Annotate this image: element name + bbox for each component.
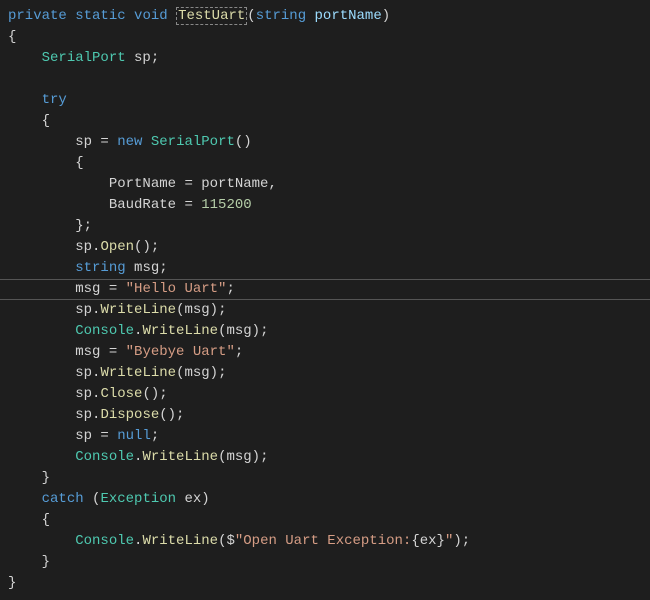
code-line: PortName = portName, — [8, 174, 650, 195]
type-console: Console — [75, 533, 134, 549]
method-writeline: WriteLine — [142, 533, 218, 549]
method-writeline: WriteLine — [142, 449, 218, 465]
number-literal: 115200 — [201, 197, 251, 213]
blank-line — [8, 69, 650, 90]
keyword-private: private — [8, 8, 67, 24]
type-serialport: SerialPort — [151, 134, 235, 150]
code-line: } — [8, 552, 650, 573]
prop-baudrate: BaudRate = — [109, 197, 201, 213]
code-line: { — [8, 111, 650, 132]
keyword-try: try — [42, 92, 67, 108]
code-line: sp.WriteLine(msg); — [8, 363, 650, 384]
code-line: msg = "Hello Uart"; — [8, 279, 650, 300]
code-line: { — [8, 27, 650, 48]
keyword-null: null — [117, 428, 151, 444]
code-line: } — [8, 468, 650, 489]
keyword-static: static — [75, 8, 125, 24]
code-line: sp = null; — [8, 426, 650, 447]
string-literal: "Open Uart Exception: — [235, 533, 411, 549]
method-writeline: WriteLine — [100, 302, 176, 318]
code-line: Console.WriteLine($"Open Uart Exception:… — [8, 531, 650, 552]
type-serialport: SerialPort — [42, 50, 126, 66]
prop-portname: PortName = portName, — [109, 176, 277, 192]
code-line: SerialPort sp; — [8, 48, 650, 69]
keyword-catch: catch — [42, 491, 84, 507]
code-line: } — [8, 573, 650, 594]
method-close: Close — [100, 386, 142, 402]
code-line: sp.Close(); — [8, 384, 650, 405]
code-line: sp = new SerialPort() — [8, 132, 650, 153]
type-console: Console — [75, 449, 134, 465]
method-writeline: WriteLine — [142, 323, 218, 339]
code-editor: private static void TestUart(string port… — [0, 0, 650, 600]
code-line: sp.Open(); — [8, 237, 650, 258]
method-writeline: WriteLine — [100, 365, 176, 381]
code-line: string msg; — [8, 258, 650, 279]
code-line: sp.Dispose(); — [8, 405, 650, 426]
method-name-testuart: TestUart — [176, 7, 247, 25]
keyword-string: string — [256, 8, 306, 24]
type-console: Console — [75, 323, 134, 339]
code-line: Console.WriteLine(msg); — [8, 447, 650, 468]
code-line: try — [8, 90, 650, 111]
string-literal: "Hello Uart" — [126, 281, 227, 297]
param-portname: portName — [315, 8, 382, 24]
code-line: }; — [8, 216, 650, 237]
code-line: catch (Exception ex) — [8, 489, 650, 510]
code-line: BaudRate = 115200 — [8, 195, 650, 216]
keyword-void: void — [134, 8, 168, 24]
method-open: Open — [100, 239, 134, 255]
code-line: Console.WriteLine(msg); — [8, 321, 650, 342]
type-exception: Exception — [100, 491, 176, 507]
code-line: { — [8, 510, 650, 531]
code-line: private static void TestUart(string port… — [8, 6, 650, 27]
keyword-string: string — [75, 260, 125, 276]
code-line: sp.WriteLine(msg); — [8, 300, 650, 321]
keyword-new: new — [117, 134, 142, 150]
code-line: { — [8, 153, 650, 174]
string-literal: "Byebye Uart" — [126, 344, 235, 360]
method-dispose: Dispose — [100, 407, 159, 423]
code-line: msg = "Byebye Uart"; — [8, 342, 650, 363]
